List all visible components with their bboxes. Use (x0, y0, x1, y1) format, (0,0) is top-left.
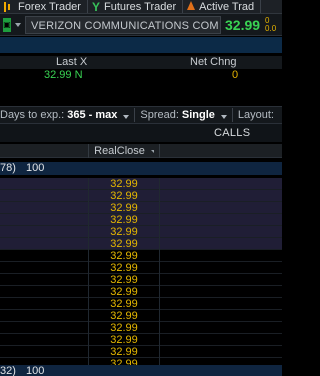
realclose-cell: 32.99 (88, 202, 160, 214)
table-row[interactable]: 32.99 (0, 178, 282, 190)
bars-icon (4, 1, 14, 12)
realclose-cell: 32.99 (88, 298, 160, 310)
symbol-change-bottom: 0.0 (265, 23, 277, 33)
realclose-cell: 32.99 (88, 250, 160, 262)
realclose-cell: 32.99 (88, 178, 160, 190)
table-row[interactable]: 32.99 (0, 202, 282, 214)
realclose-cell: 32.99 (88, 346, 160, 358)
realclose-cell: 32.99 (88, 334, 160, 346)
spread-label: Spread: (140, 109, 179, 121)
realclose-cell: 32.99 (88, 190, 160, 202)
symbol-price: 32.99 (225, 16, 261, 33)
symbol-input[interactable]: VERIZON COMMUNICATIONS COM (25, 15, 221, 34)
calls-section-header: CALLS (0, 124, 282, 142)
realclose-cell: 32.99 (88, 226, 160, 238)
column-header-row: RealClose (0, 144, 282, 158)
tab-active-trader[interactable]: Active Trad (183, 0, 262, 13)
tab-label: Active Trad (199, 0, 255, 13)
expiration-row[interactable]: 78) 100 (0, 162, 282, 175)
tab-forex-trader[interactable]: Forex Trader (0, 0, 88, 13)
last-x-header: Last X (56, 56, 88, 68)
days-to-exp-label: Days to exp.: (0, 109, 65, 121)
symbol-change: 0 0.0 (265, 16, 277, 33)
expiration-strikes: 100 (26, 365, 45, 376)
sort-icon (150, 149, 154, 153)
realclose-cell: 32.99 (88, 286, 160, 298)
layout-label[interactable]: Layout: (238, 109, 274, 121)
table-row[interactable]: 32.99 (0, 226, 282, 238)
last-x-value: 32.99 N (44, 69, 83, 81)
table-row[interactable]: 32.99 (0, 262, 282, 274)
option-chain-filters: Days to exp.: 365 - max Spread: Single L… (0, 106, 282, 124)
realclose-column-header[interactable]: RealClose (88, 144, 160, 158)
net-change-header: Net Chng (190, 56, 237, 68)
calls-label: CALLS (214, 127, 251, 139)
expiration-strikes: 100 (26, 162, 45, 174)
table-row[interactable]: 32.99 (0, 298, 282, 310)
realclose-cell: 32.99 (88, 262, 160, 274)
app-tab-bar: Forex Trader Y Futures Trader Active Tra… (0, 0, 282, 14)
table-row[interactable]: 32.99 (0, 310, 282, 322)
quote-header-row: Last X Net Chng (0, 56, 282, 69)
tab-label: Futures Trader (103, 0, 177, 13)
table-row[interactable]: 32.99 (0, 346, 282, 358)
table-row[interactable]: 32.99 (0, 274, 282, 286)
tab-futures-trader[interactable]: Y Futures Trader (88, 0, 184, 14)
table-row[interactable]: 32.99 (0, 190, 282, 202)
column-header-label: RealClose (94, 145, 145, 157)
futures-y-icon: Y (91, 0, 100, 14)
expiration-code: 32) (0, 365, 16, 376)
dropdown-arrow-icon[interactable] (220, 115, 227, 119)
tab-label: Forex Trader (18, 0, 81, 13)
expiration-code: 78) (0, 162, 16, 174)
chevron-down-icon[interactable] (15, 22, 21, 27)
realclose-cell: 32.99 (88, 310, 160, 322)
table-row[interactable]: 32.99 (0, 238, 282, 250)
days-to-exp-select[interactable]: 365 - max (67, 109, 117, 121)
net-change-value: 0 (232, 69, 239, 81)
quote-value-row: 32.99 N 0 (0, 69, 282, 82)
spread-select[interactable]: Single (182, 109, 215, 121)
realclose-cell: 32.99 (88, 214, 160, 226)
realclose-cell: 32.99 (88, 238, 160, 250)
table-row[interactable]: 32.99 (0, 250, 282, 262)
table-row[interactable]: 32.99 (0, 334, 282, 346)
expiration-row[interactable]: 32) 100 (0, 365, 282, 376)
symbol-link-icon[interactable]: ▣ (3, 17, 11, 32)
table-row[interactable]: 32.99 (0, 214, 282, 226)
flame-icon (187, 1, 196, 10)
table-row[interactable]: 32.99 (0, 286, 282, 298)
symbol-bar: ▣ VERIZON COMMUNICATIONS COM 32.99 0 0.0 (0, 14, 282, 36)
table-row[interactable]: 32.99 (0, 322, 282, 334)
option-rows: 32.99 32.99 32.99 32.99 32.99 32.99 32.99 32.99… (0, 178, 282, 370)
realclose-cell: 32.99 (88, 322, 160, 334)
realclose-cell: 32.99 (88, 274, 160, 286)
section-header-band (0, 37, 282, 53)
dropdown-arrow-icon[interactable] (123, 115, 130, 119)
